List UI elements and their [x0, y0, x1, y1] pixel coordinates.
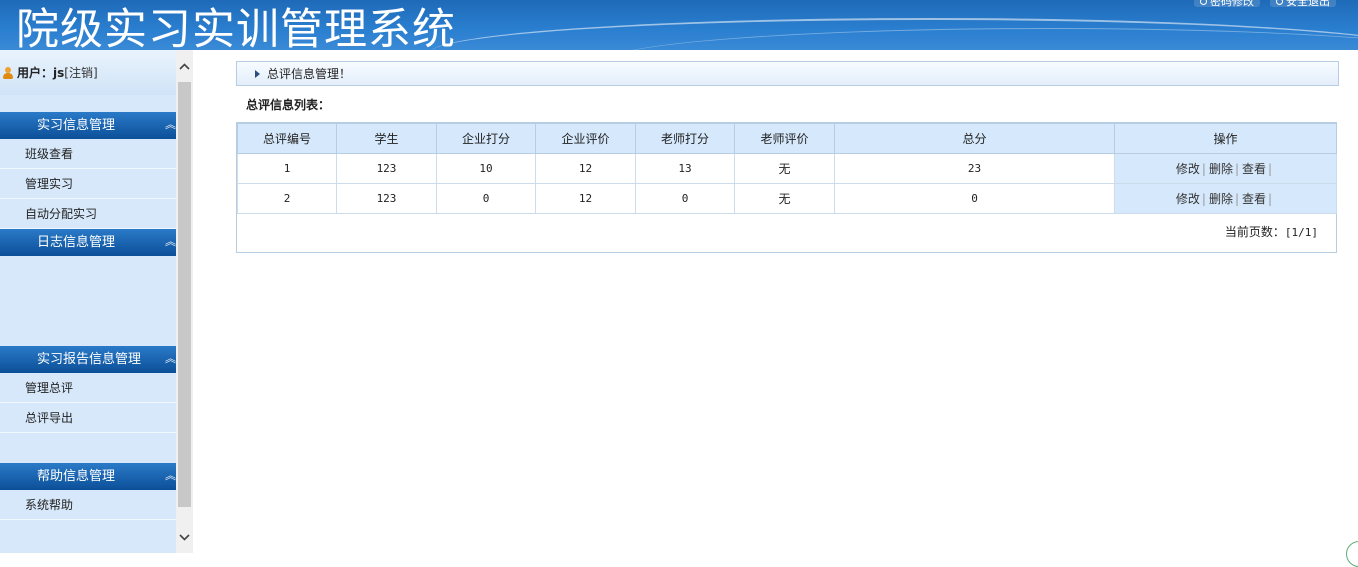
pager-label: 当前页数： — [1225, 225, 1285, 239]
menu-item-system-help[interactable]: 系统帮助 — [0, 490, 176, 520]
view-link[interactable]: 查看 — [1242, 192, 1266, 206]
user-label: 用户： — [17, 64, 53, 81]
col-header-id: 总评编号 — [238, 124, 337, 154]
separator: | — [1235, 192, 1239, 206]
edit-link[interactable]: 修改 — [1176, 192, 1200, 206]
safe-exit-label: 安全退出 — [1286, 0, 1330, 9]
cell-company-eval: 12 — [536, 154, 636, 184]
menu-item-export-evaluation[interactable]: 总评导出 — [0, 403, 176, 433]
col-header-company-eval: 企业评价 — [536, 124, 636, 154]
cell-total: 0 — [835, 184, 1115, 214]
section-report-info[interactable]: 实习报告信息管理 ︽ — [0, 346, 176, 373]
cell-actions: 修改|删除|查看| — [1115, 184, 1337, 214]
pager: 当前页数：[1/1] — [1225, 223, 1318, 240]
corner-decoration — [1346, 541, 1358, 567]
separator: | — [1202, 192, 1206, 206]
safe-exit-link[interactable]: 安全退出 — [1270, 0, 1336, 7]
scroll-up-arrow-icon[interactable] — [176, 50, 193, 82]
col-header-actions: 操作 — [1115, 124, 1337, 154]
edit-link[interactable]: 修改 — [1176, 162, 1200, 176]
cell-teacher-score: 0 — [636, 184, 735, 214]
separator: | — [1202, 162, 1206, 176]
user-bar: 用户： js [注销] — [0, 50, 176, 95]
cell-teacher-eval: 无 — [735, 154, 835, 184]
section-title: 实习报告信息管理 — [37, 352, 141, 367]
sidebar-scrollbar[interactable] — [176, 50, 193, 553]
cell-company-score: 10 — [437, 154, 536, 184]
cell-company-score: 0 — [437, 184, 536, 214]
exit-icon — [1276, 0, 1283, 5]
change-password-link[interactable]: 密码修改 — [1194, 0, 1260, 7]
system-title: 院级实习实训管理系统 — [16, 4, 456, 50]
scroll-down-arrow-icon[interactable] — [176, 521, 193, 553]
section-internship-info[interactable]: 实习信息管理 ︽ — [0, 112, 176, 139]
col-header-company-score: 企业打分 — [437, 124, 536, 154]
key-icon — [1200, 0, 1207, 5]
delete-link[interactable]: 删除 — [1209, 162, 1233, 176]
section-title: 实习信息管理 — [37, 118, 115, 133]
menu-item-manage-internship[interactable]: 管理实习 — [0, 169, 176, 199]
collapse-chevron-icon: ︽ — [165, 463, 176, 488]
list-title: 总评信息列表： — [246, 96, 330, 113]
separator: | — [1235, 162, 1239, 176]
menu-item-class-view[interactable]: 班级查看 — [0, 139, 176, 169]
breadcrumb-text: 总评信息管理！ — [267, 65, 351, 82]
table-row: 1 123 10 12 13 无 23 修改|删除|查看| — [238, 154, 1337, 184]
table-row: 2 123 0 12 0 无 0 修改|删除|查看| — [238, 184, 1337, 214]
section-help-info[interactable]: 帮助信息管理 ︽ — [0, 463, 176, 490]
collapse-chevron-icon: ︽ — [165, 112, 176, 137]
cell-student: 123 — [337, 154, 437, 184]
user-name: js — [53, 66, 64, 80]
collapse-chevron-icon: ︽ — [165, 229, 176, 254]
cell-id: 1 — [238, 154, 337, 184]
pager-value: [1/1] — [1285, 226, 1318, 239]
logout-link[interactable]: [注销] — [64, 64, 97, 81]
cell-teacher-eval: 无 — [735, 184, 835, 214]
evaluation-table: 总评编号 学生 企业打分 企业评价 老师打分 老师评价 总分 操作 1 123 … — [237, 123, 1337, 214]
scrollbar-thumb[interactable] — [178, 82, 191, 507]
cell-id: 2 — [238, 184, 337, 214]
change-password-label: 密码修改 — [1210, 0, 1254, 9]
table-header-row: 总评编号 学生 企业打分 企业评价 老师打分 老师评价 总分 操作 — [238, 124, 1337, 154]
delete-link[interactable]: 删除 — [1209, 192, 1233, 206]
top-links: 密码修改 安全退出 — [1194, 0, 1336, 7]
section-log-info[interactable]: 日志信息管理 ︽ — [0, 229, 176, 256]
breadcrumb: 总评信息管理！ — [236, 61, 1339, 86]
cell-actions: 修改|删除|查看| — [1115, 154, 1337, 184]
col-header-total: 总分 — [835, 124, 1115, 154]
section-title: 帮助信息管理 — [37, 469, 115, 484]
triangle-right-icon — [255, 70, 260, 78]
menu-item-auto-assign[interactable]: 自动分配实习 — [0, 199, 176, 229]
evaluation-table-panel: 总评编号 学生 企业打分 企业评价 老师打分 老师评价 总分 操作 1 123 … — [236, 122, 1337, 253]
view-link[interactable]: 查看 — [1242, 162, 1266, 176]
col-header-teacher-eval: 老师评价 — [735, 124, 835, 154]
section-title: 日志信息管理 — [37, 235, 115, 250]
col-header-student: 学生 — [337, 124, 437, 154]
collapse-chevron-icon: ︽ — [165, 346, 176, 371]
header-banner: 院级实习实训管理系统 密码修改 安全退出 — [0, 0, 1358, 50]
separator: | — [1268, 162, 1272, 176]
menu-item-manage-evaluation[interactable]: 管理总评 — [0, 373, 176, 403]
separator: | — [1268, 192, 1272, 206]
cell-teacher-score: 13 — [636, 154, 735, 184]
cell-company-eval: 12 — [536, 184, 636, 214]
col-header-teacher-score: 老师打分 — [636, 124, 735, 154]
sidebar: 用户： js [注销] 实习信息管理 ︽ 班级查看 管理实习 自动分配实习 日志… — [0, 50, 176, 553]
cell-total: 23 — [835, 154, 1115, 184]
cell-student: 123 — [337, 184, 437, 214]
user-icon — [2, 67, 14, 79]
